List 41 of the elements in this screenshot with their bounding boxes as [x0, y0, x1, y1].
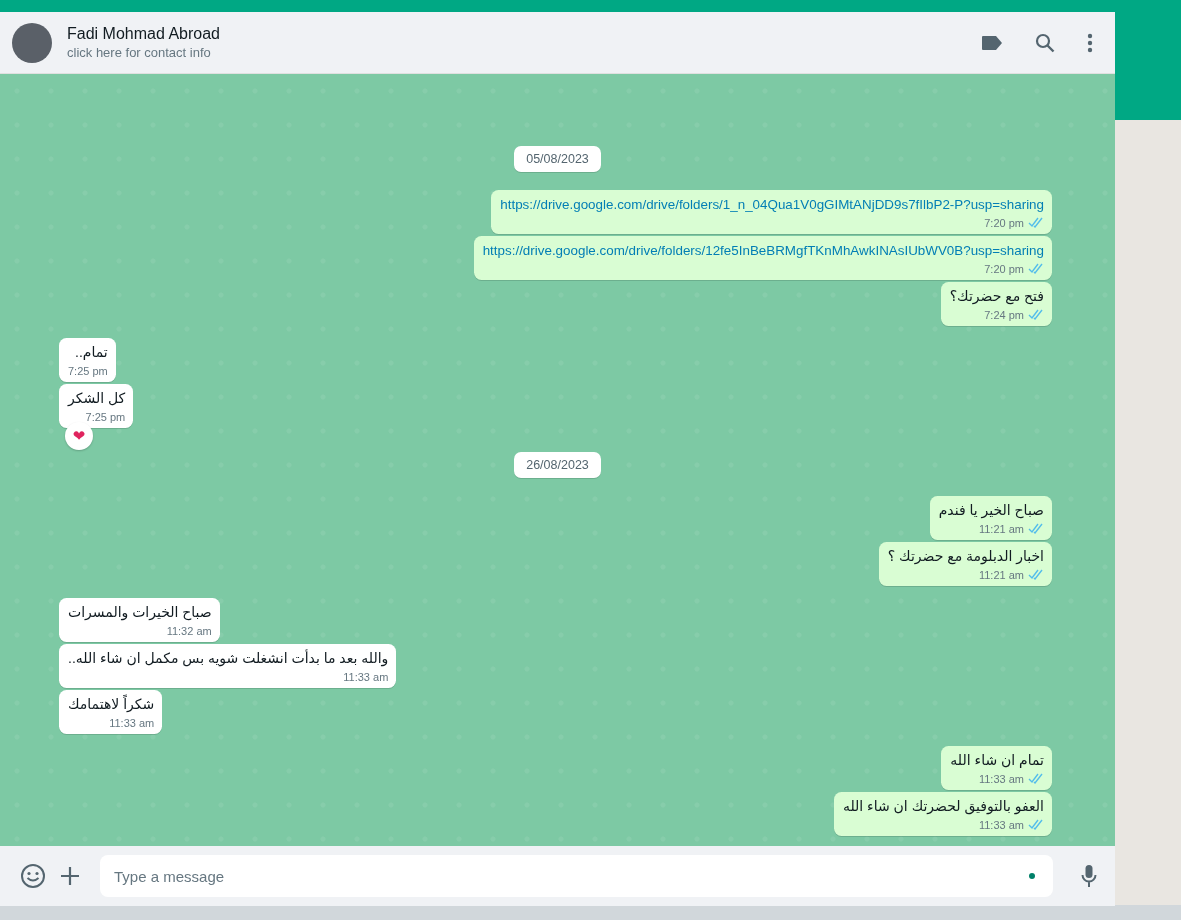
label-icon: [981, 34, 1003, 51]
message-time: 11:33 am: [343, 670, 389, 683]
message-time: 11:33 am: [978, 818, 1024, 831]
emoji-button[interactable]: [20, 863, 46, 889]
message-text: اخبار الدبلومة مع حضرتك ؟: [887, 547, 1044, 566]
message-time: 7:20 pm: [984, 216, 1024, 229]
message-time: 11:32 am: [166, 624, 212, 637]
menu-icon: [1087, 32, 1093, 53]
date-chip: 26/08/2023: [514, 452, 601, 478]
contact-name[interactable]: Fadi Mohmad Abroad: [67, 25, 975, 43]
message-text: العفو بالتوفيق لحضرتك ان شاء الله: [842, 797, 1044, 816]
plus-icon: [60, 866, 80, 886]
message-time: 7:20 pm: [984, 262, 1024, 275]
message-text: كل الشكر: [68, 389, 126, 408]
contact-avatar[interactable]: [12, 22, 52, 63]
search-icon: [1035, 32, 1055, 53]
message-time: 11:33 am: [978, 772, 1024, 785]
microphone-icon: [1081, 864, 1097, 888]
contact-info-hint[interactable]: click here for contact info: [67, 45, 975, 60]
date-chip: 05/08/2023: [514, 146, 601, 172]
reaction-badge[interactable]: ❤: [65, 422, 93, 450]
message-time: 11:33 am: [109, 716, 155, 729]
message-time: 7:25 pm: [85, 410, 126, 423]
message-text: والله بعد ما بدأت انشغلت شويه بس مكمل ان شاء الله..: [68, 649, 389, 668]
message-link[interactable]: https://drive.google.com/drive/folders/1_n_04Qua1V0gGIMtANjDD9s7fIlbP2-P?usp=sharing: [500, 195, 1044, 214]
message-time: 7:25 pm: [68, 364, 108, 377]
message-text: فتح مع حضرتك؟: [949, 287, 1044, 306]
message-text: شكراً لاهتمامك: [68, 695, 155, 714]
message-text: تمام..: [74, 343, 108, 362]
message-text: صباح الخيرات والمسرات: [68, 603, 212, 622]
message-time: 7:24 pm: [984, 308, 1024, 321]
voice-button[interactable]: [1081, 864, 1097, 888]
message-input[interactable]: Type a message: [100, 855, 1053, 897]
status-dot-icon: [1029, 873, 1035, 879]
attach-button[interactable]: [60, 866, 80, 886]
smiley-icon: [20, 863, 46, 889]
message-link[interactable]: https://drive.google.com/drive/folders/12fe5InBeBRMgfTKnMhAwkINAsIUbWV0B?usp=sharing: [482, 241, 1044, 260]
message-time: 11:21 am: [978, 522, 1024, 535]
message-text: تمام ان شاء الله: [950, 751, 1044, 770]
message-time: 11:21 am: [978, 568, 1024, 581]
message-text: صباح الخير يا فندم: [938, 501, 1044, 520]
